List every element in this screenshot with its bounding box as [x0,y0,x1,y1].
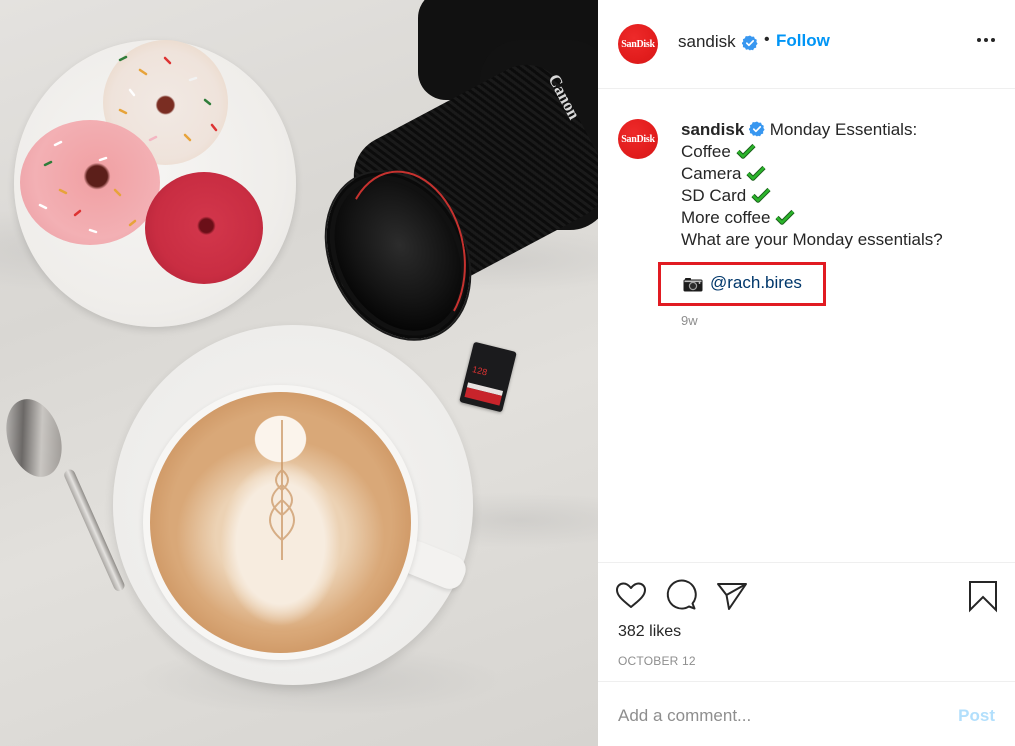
caption-item: Camera [681,163,1001,185]
avatar-logo-text: SanDisk [621,38,655,50]
sd-card-capacity: 128 [471,364,489,378]
check-mark-icon [746,165,766,181]
paper-plane-icon[interactable] [715,579,749,613]
verified-badge-icon [742,35,758,51]
check-mark-icon [735,143,756,159]
caption-item-text: SD Card [681,186,747,205]
likes-count[interactable]: 382 likes [618,623,681,641]
check-mark-icon [751,187,771,203]
post-comment-button[interactable]: Post [958,706,995,726]
caption-item: SD Card [681,185,1001,207]
camera-emoji-icon [683,278,703,292]
bookmark-icon[interactable] [966,579,1000,613]
more-horizontal-icon [977,38,981,42]
caption-line-1: sandisk Monday Essentials: [681,119,1001,141]
verified-badge-icon [749,121,765,137]
caption-question: What are your Monday essentials? [681,230,943,249]
comment-input[interactable] [618,702,918,730]
caption-text: Monday Essentials: [769,120,918,139]
caption-item-text: Coffee [681,142,731,161]
caption-avatar[interactable]: SanDisk [618,119,658,159]
comment-bubble-icon[interactable] [665,579,699,613]
post-side-panel: SanDisk sandisk • Follow SanDisk sandisk… [598,0,1015,746]
caption: sandisk Monday Essentials: Coffee Camera… [681,119,1001,251]
check-mark-icon [775,209,795,225]
post-header: SanDisk sandisk • Follow [598,0,1015,89]
heart-icon[interactable] [614,579,648,613]
caption-item-text: Camera [681,164,742,183]
svg-text:Canon: Canon [544,71,584,123]
more-options-button[interactable] [977,38,995,42]
comment-bar: Post [598,681,1015,746]
caption-item-text: More coffee [681,208,771,227]
post-photo[interactable]: Canon 128 [0,0,598,746]
avatar[interactable]: SanDisk [618,24,658,64]
action-bar: 382 likes OCTOBER 12 [598,562,1015,681]
separator-dot: • [764,31,770,48]
post-date: OCTOBER 12 [618,654,696,668]
follow-button[interactable]: Follow [776,31,830,51]
caption-username[interactable]: sandisk [681,120,744,139]
post-time-ago[interactable]: 9w [681,313,698,328]
username-link[interactable]: sandisk [678,32,736,52]
caption-item: More coffee [681,207,1001,229]
avatar-logo-text: SanDisk [621,133,655,145]
photo-credit-highlight: @rach.bires [658,262,826,306]
photo-credit-link[interactable]: @rach.bires [710,273,802,293]
caption-item: Coffee [681,141,1001,163]
